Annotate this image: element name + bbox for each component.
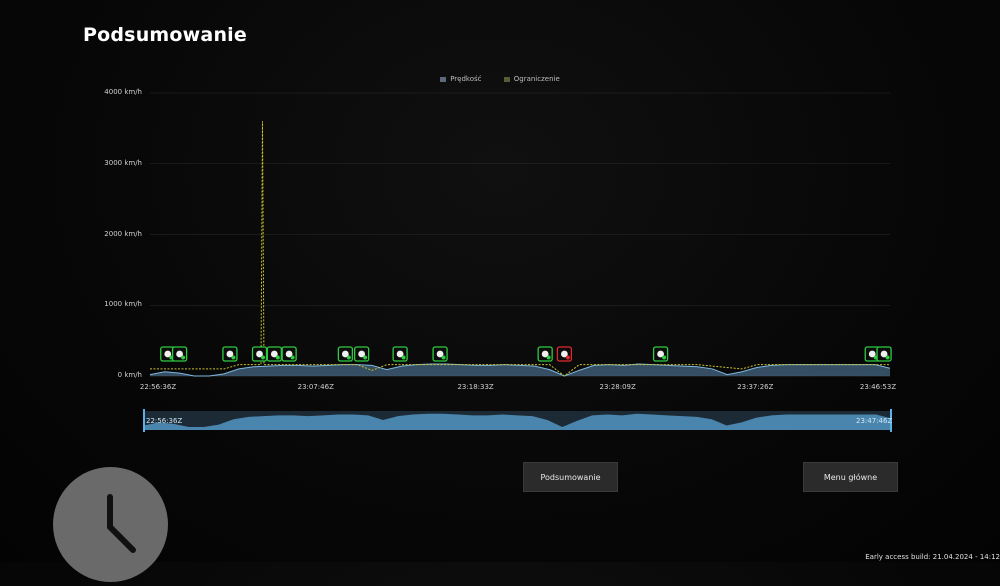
speed-shield-icon[interactable] [251, 346, 268, 362]
horn-icon[interactable] [281, 346, 297, 362]
limit-line [150, 121, 890, 377]
marker-status-dot [546, 355, 551, 360]
navigator-handle-left[interactable] [143, 409, 145, 432]
y-tick-label: 0 km/h [117, 371, 142, 379]
speed-shield-icon[interactable] [337, 346, 354, 362]
marker-status-dot [401, 355, 406, 360]
x-tick-label: 22:56:36Z [139, 383, 177, 391]
speed-shield-icon[interactable] [652, 346, 669, 362]
marker-status-dot [441, 355, 446, 360]
build-info: Early access build: 21.04.2024 - 14:12 [865, 553, 1000, 561]
marker-status-dot [885, 355, 890, 360]
x-tick-label: 23:18:33Z [457, 383, 494, 391]
marker-status-dot [231, 355, 236, 360]
x-tick-label: 23:07:46Z [297, 383, 334, 391]
marker-status-dot [363, 355, 368, 360]
speed-shield-icon[interactable] [222, 346, 238, 362]
clock-hands [107, 494, 136, 553]
marker-status-dot [275, 355, 280, 360]
y-tick-label: 1000 km/h [104, 300, 142, 309]
y-tick-label: 3000 km/h [104, 158, 142, 167]
y-tick-label: 2000 km/h [104, 229, 142, 238]
horn-icon[interactable] [876, 346, 892, 362]
summary-button[interactable]: Podsumowanie [523, 462, 618, 492]
stop-sign-icon[interactable] [556, 346, 573, 362]
clock-icon [53, 467, 168, 582]
speed-shield-icon[interactable] [266, 346, 282, 362]
x-tick-label: 23:37:26Z [737, 383, 774, 391]
x-tick-label: 23:46:53Z [859, 383, 897, 391]
x-tick-label: 23:28:09Z [599, 383, 636, 391]
marker-status-dot [662, 355, 667, 360]
marker-status-dot [565, 355, 570, 360]
speed-shield-icon[interactable] [537, 346, 553, 362]
speed-shield-icon[interactable] [432, 346, 448, 362]
marker-status-dot [346, 355, 351, 360]
marker-status-dot [261, 355, 266, 360]
marker-status-dot [290, 355, 295, 360]
main-menu-button[interactable]: Menu główne [803, 462, 898, 492]
navigator-start-label: 22:56:36Z [146, 417, 183, 425]
hand-stop-icon[interactable] [171, 346, 188, 362]
y-tick-label: 4000 km/h [104, 88, 142, 96]
navigator-end-label: 23:47:46Z [856, 417, 893, 425]
speed-shield-icon[interactable] [392, 346, 408, 362]
traffic-light-icon[interactable] [353, 346, 370, 362]
marker-status-dot [181, 355, 186, 360]
